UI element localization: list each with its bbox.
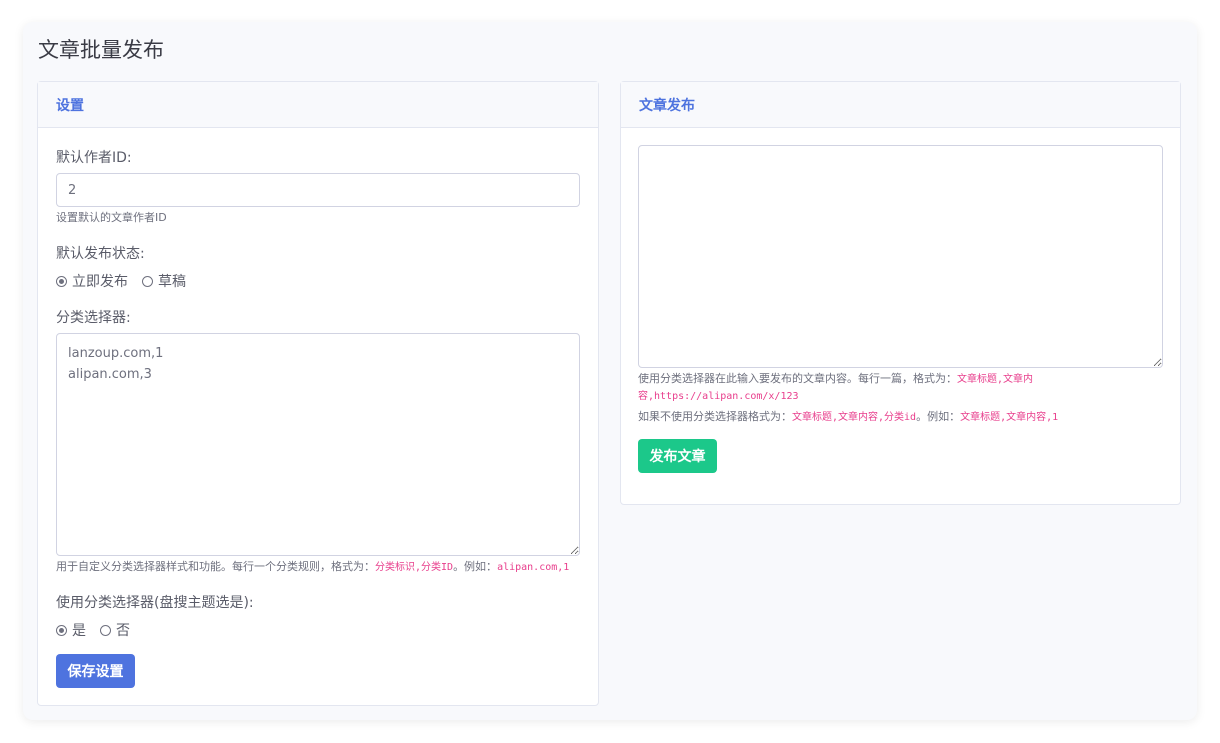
use-selector-radio-yes[interactable] bbox=[56, 624, 67, 636]
status-label: 默认发布状态: bbox=[56, 246, 145, 262]
selector-label: 分类选择器: bbox=[56, 310, 131, 326]
status-option-publish-label: 立即发布 bbox=[72, 274, 128, 290]
use-selector-label: 使用分类选择器(盘搜主题选是): bbox=[56, 595, 254, 611]
use-selector-option-no-label: 否 bbox=[116, 623, 130, 639]
use-selector-option-yes-label: 是 bbox=[72, 623, 86, 639]
selector-help: 用于自定义分类选择器样式和功能。每行一个分类规则，格式为：分类标识,分类ID。例… bbox=[56, 559, 569, 576]
selector-help-format: 分类标识,分类ID bbox=[375, 562, 454, 573]
status-option-publish[interactable]: 立即发布 bbox=[56, 271, 128, 291]
publish-help-2-text: 如果不使用分类选择器格式为： bbox=[638, 410, 792, 423]
publish-help-2-format: 文章标题,文章内容,分类id bbox=[792, 412, 917, 423]
selector-help-text: 用于自定义分类选择器样式和功能。每行一个分类规则，格式为： bbox=[56, 560, 375, 573]
publish-help-2-example: 文章标题,文章内容,1 bbox=[960, 412, 1059, 423]
publish-card: 文章发布 使用分类选择器在此输入要发布的文章内容。每行一篇，格式为：文章标题,文… bbox=[620, 81, 1181, 505]
main-container: 文章批量发布 设置 默认作者ID: 设置默认的文章作者ID 默认发布状态: 立即… bbox=[23, 22, 1197, 720]
article-content-textarea[interactable] bbox=[638, 145, 1163, 368]
settings-card: 设置 默认作者ID: 设置默认的文章作者ID 默认发布状态: 立即发布 草稿 分… bbox=[37, 81, 599, 706]
save-settings-button[interactable]: 保存设置 bbox=[56, 654, 135, 688]
use-selector-radio-group: 是 否 bbox=[56, 620, 144, 640]
publish-article-button[interactable]: 发布文章 bbox=[638, 439, 717, 473]
publish-card-header: 文章发布 bbox=[621, 82, 1180, 128]
settings-card-header: 设置 bbox=[38, 82, 598, 128]
author-id-help: 设置默认的文章作者ID bbox=[56, 211, 167, 224]
selector-textarea[interactable]: lanzoup.com,1 alipan.com,3 bbox=[56, 333, 580, 556]
use-selector-option-no[interactable]: 否 bbox=[100, 620, 130, 640]
status-radio-group: 立即发布 草稿 bbox=[56, 271, 200, 291]
status-radio-publish[interactable] bbox=[56, 275, 67, 287]
status-option-draft[interactable]: 草稿 bbox=[142, 271, 186, 291]
publish-help-1: 使用分类选择器在此输入要发布的文章内容。每行一篇，格式为：文章标题,文章内容,h… bbox=[638, 371, 1048, 405]
publish-help-1-text: 使用分类选择器在此输入要发布的文章内容。每行一篇，格式为： bbox=[638, 372, 957, 385]
author-id-label: 默认作者ID: bbox=[56, 150, 132, 166]
author-id-input[interactable] bbox=[56, 173, 580, 207]
status-radio-draft[interactable] bbox=[142, 275, 153, 287]
publish-help-2-mid: 。例如： bbox=[916, 410, 961, 423]
page-title: 文章批量发布 bbox=[38, 38, 164, 62]
selector-help-example: alipan.com,1 bbox=[497, 562, 570, 573]
status-option-draft-label: 草稿 bbox=[158, 274, 186, 290]
publish-help-2: 如果不使用分类选择器格式为：文章标题,文章内容,分类id。例如：文章标题,文章内… bbox=[638, 409, 1058, 426]
selector-help-mid: 。例如： bbox=[453, 560, 498, 573]
use-selector-radio-no[interactable] bbox=[100, 624, 111, 636]
use-selector-option-yes[interactable]: 是 bbox=[56, 620, 86, 640]
